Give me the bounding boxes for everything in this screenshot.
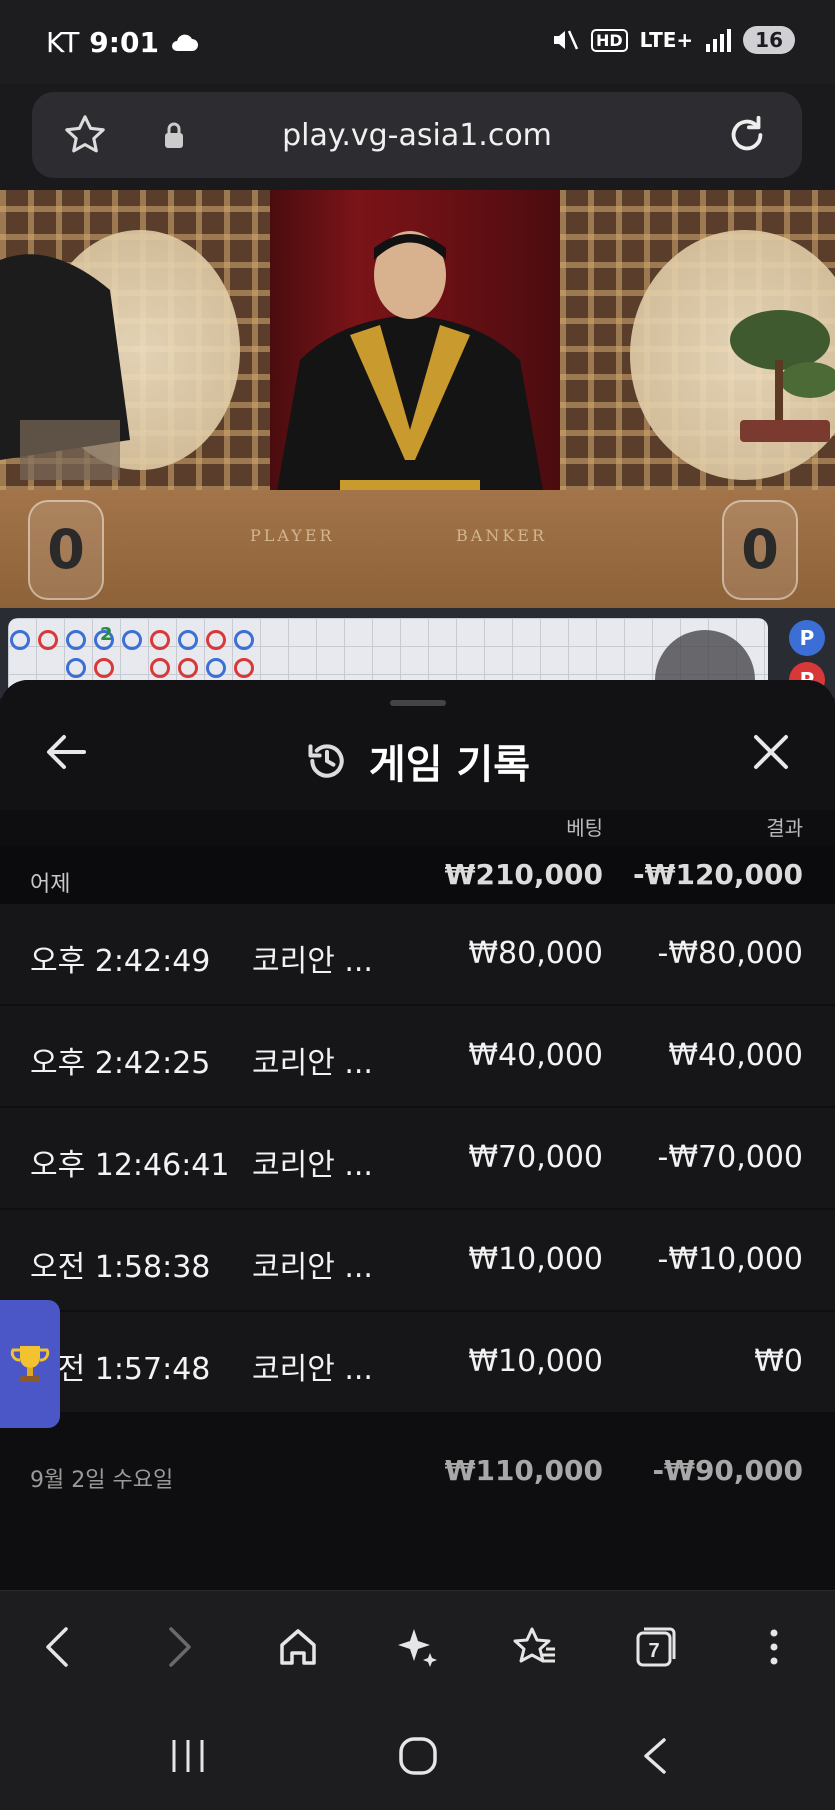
trophy-icon [10, 1346, 50, 1382]
baccarat-table [0, 490, 835, 608]
group-bet-total: ₩110,000 [444, 1454, 603, 1487]
date-group-header: 9월 2일 수요일 ₩110,000 -₩90,000 [0, 1442, 835, 1500]
road-mark [94, 658, 114, 678]
road-number: 2 [100, 624, 113, 645]
svg-text:7: 7 [648, 1640, 659, 1662]
history-icon [308, 744, 344, 778]
history-row[interactable]: 오후 12:46:41 코리안 ... ₩70,000 -₩70,000 [0, 1108, 835, 1210]
home-icon[interactable] [276, 1625, 320, 1669]
forward-icon[interactable] [165, 1625, 195, 1669]
clock: 9:01 [89, 26, 159, 59]
row-result: ₩40,000 [668, 1038, 803, 1073]
system-nav-bar [0, 1700, 835, 1810]
history-row[interactable]: 오후 2:42:49 코리안 ... ₩80,000 -₩80,000 [0, 904, 835, 1006]
signal-icon [706, 29, 732, 52]
player-side-badge[interactable]: P [789, 620, 825, 656]
group-date-label: 9월 2일 수요일 [30, 1468, 174, 1493]
sheet-title: 게임 기록 [368, 742, 531, 788]
row-result: -₩10,000 [657, 1242, 803, 1277]
mute-icon [553, 30, 579, 50]
more-options-icon[interactable] [764, 1625, 784, 1669]
trophy-tab[interactable] [0, 1300, 60, 1428]
row-game: 코리안 ... [252, 1250, 373, 1285]
row-time: 오후 2:42:49 [30, 944, 211, 979]
reload-icon[interactable] [724, 112, 770, 158]
road-mark [122, 630, 142, 650]
croupier-left-image [0, 254, 130, 480]
row-bet: ₩10,000 [468, 1344, 603, 1379]
hd-icon: HD [590, 28, 628, 52]
bonsai-image [730, 310, 835, 442]
sparkle-icon[interactable] [394, 1625, 438, 1669]
network-type: LTE+ [639, 28, 694, 52]
row-bet: ₩80,000 [468, 936, 603, 971]
group-result-total: -₩120,000 [632, 858, 803, 891]
row-bet: ₩10,000 [468, 1242, 603, 1277]
road-mark [234, 630, 254, 650]
dealer-image [270, 231, 550, 530]
live-video: PLAYER BANKER 0 0 [0, 190, 835, 608]
row-game: 코리안 ... [252, 944, 373, 979]
row-game: 코리안 ... [252, 1148, 373, 1183]
status-bar: KT 9:01 HD LTE+ 16 [0, 0, 835, 84]
column-bet-header: 베팅 [566, 816, 603, 840]
address-bar[interactable]: play.vg-asia1.com [32, 92, 802, 178]
road-mark [234, 658, 254, 678]
carrier-label: KT [46, 26, 80, 59]
history-row[interactable]: 오후 2:42:25 코리안 ... ₩40,000 ₩40,000 [0, 1006, 835, 1108]
player-table-label: PLAYER [250, 526, 335, 545]
bookmarks-icon[interactable] [512, 1625, 558, 1669]
row-bet: ₩40,000 [468, 1038, 603, 1073]
row-result: -₩70,000 [657, 1140, 803, 1175]
close-icon[interactable] [751, 732, 791, 772]
column-result-header: 결과 [766, 816, 803, 840]
row-time: 오후 2:42:25 [30, 1046, 211, 1081]
road-mark [66, 658, 86, 678]
recent-apps-icon[interactable] [168, 1736, 208, 1776]
history-row[interactable]: 오전 1:57:48 코리안 ... ₩10,000 ₩0 [0, 1312, 835, 1414]
scroll-fade [0, 1520, 835, 1590]
row-result: -₩80,000 [657, 936, 803, 971]
road-mark [178, 658, 198, 678]
banker-table-label: BANKER [456, 526, 547, 545]
row-result: ₩0 [754, 1344, 803, 1379]
road-mark [206, 658, 226, 678]
date-group-header: 어제 ₩210,000 -₩120,000 [0, 846, 835, 904]
cloud-icon [171, 34, 198, 51]
row-time: 오전 1:58:38 [30, 1250, 211, 1285]
group-date-label: 어제 [30, 872, 71, 897]
road-mark [10, 630, 30, 650]
road-mark [38, 630, 58, 650]
browser-toolbar: 7 [0, 1590, 835, 1701]
system-back-icon[interactable] [640, 1736, 670, 1776]
sheet-header: 게임 기록 [0, 680, 835, 810]
sheet-drag-handle[interactable] [390, 700, 446, 706]
row-game: 코리안 ... [252, 1046, 373, 1081]
group-bet-total: ₩210,000 [444, 858, 603, 891]
game-history-sheet: 게임 기록 베팅 결과 어제 ₩210,000 -₩120,000 오후 2:4… [0, 680, 835, 1590]
tabs-icon[interactable]: 7 [634, 1625, 678, 1669]
group-result-total: -₩90,000 [652, 1454, 803, 1487]
row-time: 오후 12:46:41 [30, 1148, 230, 1183]
home-button-icon[interactable] [398, 1736, 438, 1776]
back-icon[interactable] [42, 1625, 72, 1669]
row-game: 코리안 ... [252, 1352, 373, 1387]
road-mark [206, 630, 226, 650]
url-text[interactable]: play.vg-asia1.com [32, 118, 802, 153]
road-mark [150, 630, 170, 650]
player-score: 0 [28, 500, 104, 600]
road-mark [66, 630, 86, 650]
road-mark [178, 630, 198, 650]
row-bet: ₩70,000 [468, 1140, 603, 1175]
battery-indicator: 16 [743, 26, 795, 54]
history-row[interactable]: 오전 1:58:38 코리안 ... ₩10,000 -₩10,000 [0, 1210, 835, 1312]
road-mark [150, 658, 170, 678]
banker-score: 0 [722, 500, 798, 600]
